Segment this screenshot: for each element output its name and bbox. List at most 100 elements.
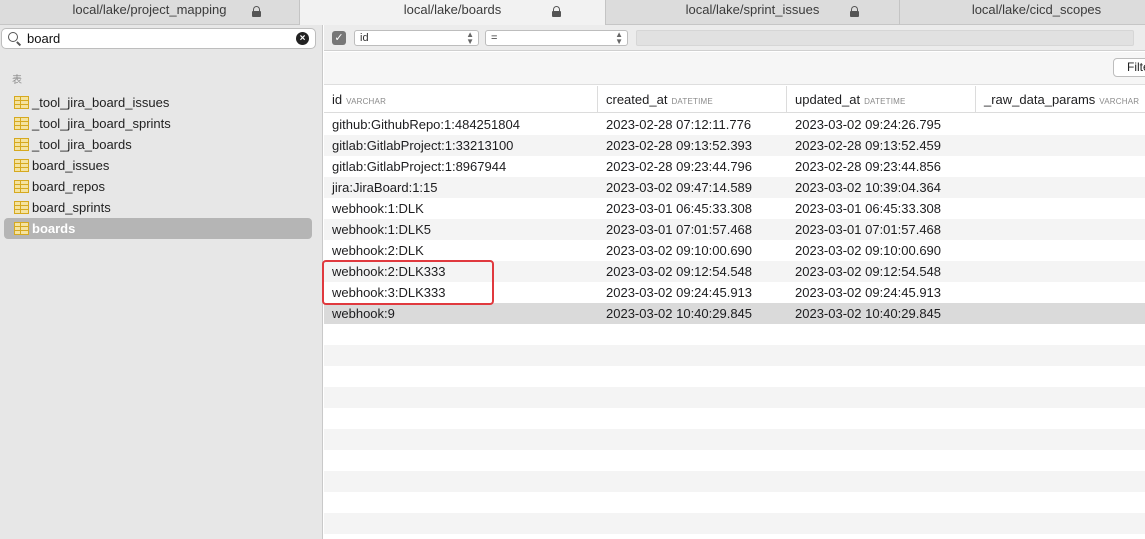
grid-header: id VARCHAR created_at DATETIME updated_at DAT… <box>324 86 1145 113</box>
lock-icon <box>850 6 859 17</box>
sidebar-item-label: _tool_jira_boards <box>32 137 132 152</box>
cell-created-at[interactable]: 2023-02-28 09:23:44.796 <box>598 156 787 177</box>
cell-id[interactable]: github:GithubRepo:1:484251804 <box>324 114 598 135</box>
cell-created-at[interactable]: 2023-03-01 07:01:57.468 <box>598 219 787 240</box>
table-list: _tool_jira_board_issues _tool_jira_board_… <box>4 92 312 239</box>
table-row[interactable]: webhook:3:DLK333 2023-03-02 09:24:45.913 2… <box>324 282 1145 303</box>
cell-id[interactable]: webhook:3:DLK333 <box>324 282 598 303</box>
tab-cicd-scopes[interactable]: local/lake/cicd_scopes <box>900 0 1145 25</box>
column-name: created_at <box>606 92 668 107</box>
search-input[interactable] <box>27 30 287 47</box>
sidebar-item-board-sprints[interactable]: board_sprints <box>4 197 312 218</box>
cell-created-at[interactable]: 2023-02-28 09:13:52.393 <box>598 135 787 156</box>
cell-created-at[interactable]: 2023-03-02 09:10:00.690 <box>598 240 787 261</box>
cell-updated-at[interactable]: 2023-03-02 09:12:54.548 <box>787 261 976 282</box>
filter-column-select[interactable]: id ▲ ▼ <box>354 30 479 46</box>
sidebar-item-tool-jira-board-issues[interactable]: _tool_jira_board_issues <box>4 92 312 113</box>
empty-row <box>324 366 1145 387</box>
sidebar-item-boards[interactable]: boards <box>4 218 312 239</box>
cell-created-at[interactable]: 2023-03-02 10:40:29.845 <box>598 303 787 324</box>
tab-boards[interactable]: local/lake/boards <box>300 0 606 25</box>
tab-sprint-issues[interactable]: local/lake/sprint_issues <box>606 0 900 25</box>
cell-created-at[interactable]: 2023-03-01 06:45:33.308 <box>598 198 787 219</box>
cell-id[interactable]: gitlab:GitlabProject:1:8967944 <box>324 156 598 177</box>
sidebar-item-label: board_repos <box>32 179 105 194</box>
table-icon <box>14 96 29 109</box>
column-name: _raw_data_params <box>984 92 1096 107</box>
column-type: DATETIME <box>864 97 906 106</box>
cell-updated-at[interactable]: 2023-03-01 07:01:57.468 <box>787 219 976 240</box>
cell-id[interactable]: webhook:2:DLK <box>324 240 598 261</box>
cell-id[interactable]: webhook:1:DLK5 <box>324 219 598 240</box>
cell-updated-at[interactable]: 2023-03-02 09:24:45.913 <box>787 282 976 303</box>
empty-row <box>324 345 1145 366</box>
cell-id[interactable]: gitlab:GitlabProject:1:33213100 <box>324 135 598 156</box>
table-row[interactable]: github:GithubRepo:1:484251804 2023-02-28 … <box>324 114 1145 135</box>
sidebar-item-board-repos[interactable]: board_repos <box>4 176 312 197</box>
section-label-tables: 表 <box>12 75 22 86</box>
cell-id[interactable]: webhook:1:DLK <box>324 198 598 219</box>
cell-updated-at[interactable]: 2023-02-28 09:13:52.459 <box>787 135 976 156</box>
empty-row <box>324 429 1145 450</box>
search-box[interactable]: × <box>1 28 316 49</box>
table-icon <box>14 138 29 151</box>
table-row[interactable]: gitlab:GitlabProject:1:8967944 2023-02-28… <box>324 156 1145 177</box>
table-icon <box>14 117 29 130</box>
cell-created-at[interactable]: 2023-03-02 09:12:54.548 <box>598 261 787 282</box>
filter-operator-select[interactable]: = ▲ ▼ <box>485 30 628 46</box>
cell-updated-at[interactable]: 2023-02-28 09:23:44.856 <box>787 156 976 177</box>
cell-updated-at[interactable]: 2023-03-02 10:40:29.845 <box>787 303 976 324</box>
filter-value-input[interactable] <box>636 30 1134 46</box>
cell-raw-data-params[interactable] <box>976 240 1145 261</box>
cell-raw-data-params[interactable] <box>976 177 1145 198</box>
cell-raw-data-params[interactable] <box>976 114 1145 135</box>
cell-created-at[interactable]: 2023-03-02 09:47:14.589 <box>598 177 787 198</box>
column-header-id[interactable]: id VARCHAR <box>324 86 598 113</box>
cell-raw-data-params[interactable] <box>976 198 1145 219</box>
table-row[interactable]: webhook:1:DLK5 2023-03-01 07:01:57.468 202… <box>324 219 1145 240</box>
table-row[interactable]: webhook:1:DLK 2023-03-01 06:45:33.308 2023… <box>324 198 1145 219</box>
table-row[interactable]: gitlab:GitlabProject:1:33213100 2023-02-2… <box>324 135 1145 156</box>
column-name: updated_at <box>795 92 861 107</box>
cell-id[interactable]: jira:JiraBoard:1:15 <box>324 177 598 198</box>
cell-id[interactable]: webhook:9 <box>324 303 598 324</box>
cell-updated-at[interactable]: 2023-03-01 06:45:33.308 <box>787 198 976 219</box>
filter-button[interactable]: Filter <box>1113 58 1145 77</box>
sidebar-item-label: boards <box>32 221 76 236</box>
column-header-created-at[interactable]: created_at DATETIME <box>598 86 787 113</box>
lock-icon <box>552 6 561 17</box>
filter-enabled-checkbox[interactable]: ✓ <box>332 31 346 45</box>
sidebar-item-tool-jira-board-sprints[interactable]: _tool_jira_board_sprints <box>4 113 312 134</box>
sidebar-item-tool-jira-boards[interactable]: _tool_jira_boards <box>4 134 312 155</box>
cell-updated-at[interactable]: 2023-03-02 09:10:00.690 <box>787 240 976 261</box>
table-row[interactable]: jira:JiraBoard:1:15 2023-03-02 09:47:14.5… <box>324 177 1145 198</box>
cell-updated-at[interactable]: 2023-03-02 10:39:04.364 <box>787 177 976 198</box>
table-row[interactable]: webhook:2:DLK 2023-03-02 09:10:00.690 2023… <box>324 240 1145 261</box>
clear-search-icon[interactable]: × <box>296 32 309 45</box>
cell-raw-data-params[interactable] <box>976 135 1145 156</box>
sidebar-item-label: _tool_jira_board_sprints <box>32 116 171 131</box>
table-icon <box>14 201 29 214</box>
filter-bar: ✓ id ▲ ▼ = ▲ ▼ <box>324 25 1145 51</box>
cell-updated-at[interactable]: 2023-03-02 09:24:26.795 <box>787 114 976 135</box>
cell-created-at[interactable]: 2023-02-28 07:12:11.776 <box>598 114 787 135</box>
table-row[interactable]: webhook:2:DLK333 2023-03-02 09:12:54.548 2… <box>324 261 1145 282</box>
toolbar-row: Filter <box>324 52 1145 85</box>
column-header-raw-data-params[interactable]: _raw_data_params VARCHAR <box>976 86 1145 113</box>
cell-raw-data-params[interactable] <box>976 261 1145 282</box>
table-row[interactable]: webhook:9 2023-03-02 10:40:29.845 2023-03-… <box>324 303 1145 324</box>
cell-raw-data-params[interactable] <box>976 156 1145 177</box>
cell-raw-data-params[interactable] <box>976 303 1145 324</box>
cell-created-at[interactable]: 2023-03-02 09:24:45.913 <box>598 282 787 303</box>
table-icon <box>14 159 29 172</box>
cell-id[interactable]: webhook:2:DLK333 <box>324 261 598 282</box>
tab-project-mapping[interactable]: local/lake/project_mapping <box>0 0 300 25</box>
sidebar: × 表 _tool_jira_board_issues_tool_jira_bo… <box>0 25 323 539</box>
cell-raw-data-params[interactable] <box>976 219 1145 240</box>
select-arrows-icon: ▲ ▼ <box>615 30 623 46</box>
cell-raw-data-params[interactable] <box>976 282 1145 303</box>
empty-row <box>324 450 1145 471</box>
filter-column-value: id <box>360 32 369 44</box>
column-header-updated-at[interactable]: updated_at DATETIME <box>787 86 976 113</box>
sidebar-item-board-issues[interactable]: board_issues <box>4 155 312 176</box>
